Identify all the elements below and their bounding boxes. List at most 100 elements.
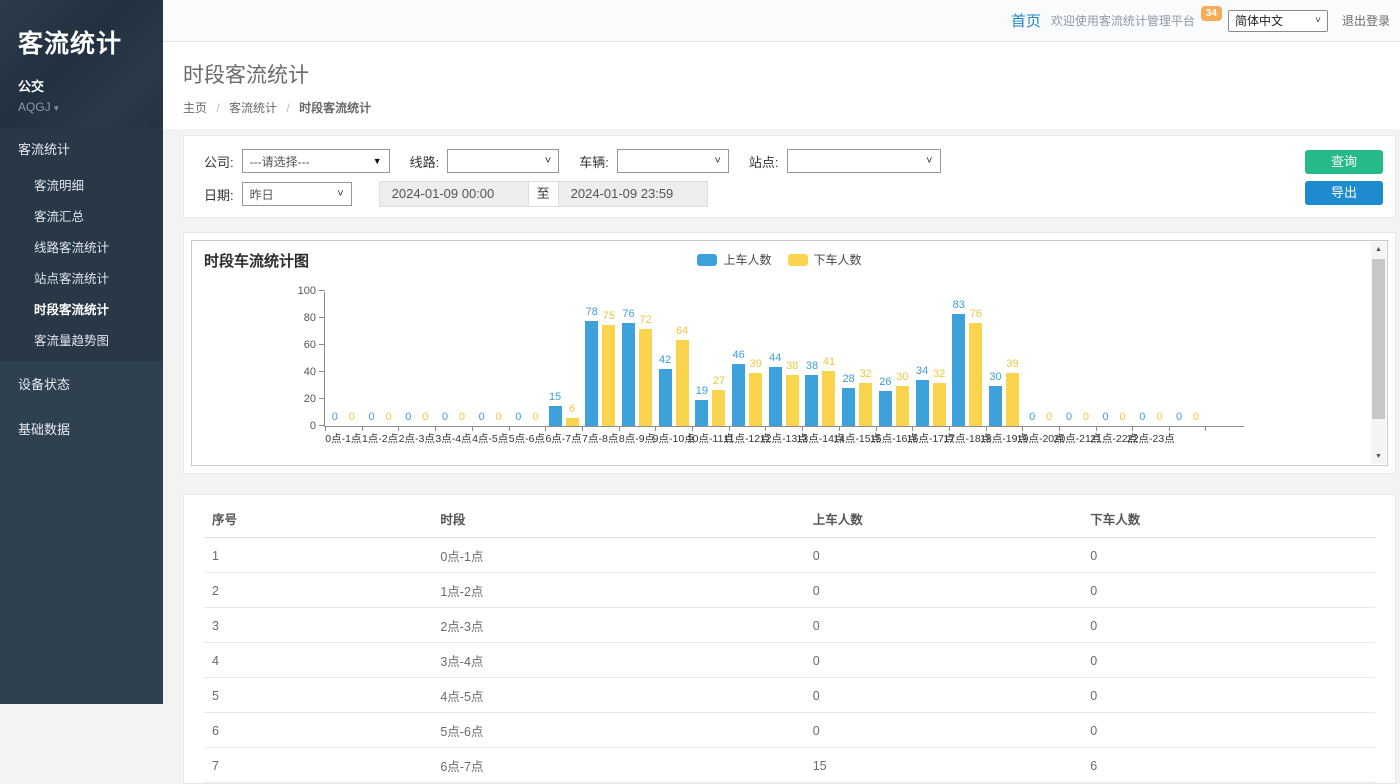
bar-group: 343216点-17点: [912, 292, 949, 426]
scroll-down-icon[interactable]: ▼: [1371, 449, 1386, 464]
table-row: 65点-6点00: [204, 713, 1375, 748]
bar[interactable]: [896, 386, 909, 427]
table-cell: 0: [805, 678, 1083, 713]
bar[interactable]: [933, 383, 946, 426]
table-cell: 0: [1082, 538, 1375, 573]
language-select[interactable]: 简体中文˅: [1228, 10, 1328, 32]
table-cell: 0: [1082, 678, 1375, 713]
data-table: 序号时段上车人数下车人数 10点-1点0021点-2点0032点-3点0043点…: [204, 499, 1375, 783]
table-cell: 2: [204, 573, 432, 608]
table-cell: 0: [805, 643, 1083, 678]
bar[interactable]: [712, 390, 725, 426]
company-select[interactable]: ---请选择---▼: [242, 149, 390, 173]
bar-value-label: 26: [879, 377, 891, 388]
bar[interactable]: [732, 364, 745, 426]
bar[interactable]: [952, 314, 965, 426]
bar[interactable]: [842, 388, 855, 426]
bar[interactable]: [916, 380, 929, 426]
bar[interactable]: [695, 400, 708, 426]
bar-value-label: 44: [769, 353, 781, 364]
table-cell: 0点-1点: [432, 538, 804, 573]
table-cell: 2点-3点: [432, 608, 804, 643]
bar-value-label: 39: [1006, 359, 1018, 370]
x-axis-label: 8点-9点: [619, 431, 655, 446]
bar[interactable]: [602, 325, 615, 426]
sidebar-subitem[interactable]: 客流量趋势图: [0, 324, 163, 355]
bar[interactable]: [749, 373, 762, 426]
bar[interactable]: [989, 386, 1002, 427]
legend-item-boarding[interactable]: 上车人数: [697, 251, 771, 268]
y-axis-tick: [319, 398, 325, 399]
bar[interactable]: [639, 329, 652, 426]
bar-value-label: 0: [349, 412, 355, 423]
bar-group: 303918点-19点: [986, 292, 1023, 426]
bar[interactable]: [822, 371, 835, 426]
notification-badge[interactable]: 34: [1201, 6, 1222, 21]
scrollbar-thumb[interactable]: [1372, 259, 1385, 419]
y-axis-tick: [319, 290, 325, 291]
date-end-input[interactable]: 2024-01-09 23:59: [558, 181, 708, 207]
sidebar-subitem[interactable]: 时段客流统计: [0, 293, 163, 324]
x-axis-label: 22点-23点: [1127, 431, 1175, 446]
bar[interactable]: [879, 391, 892, 426]
bar[interactable]: [859, 383, 872, 426]
bar[interactable]: [659, 369, 672, 426]
query-button[interactable]: 查询: [1305, 150, 1383, 174]
line-select[interactable]: ˅: [447, 149, 559, 173]
table-cell: 6点-7点: [432, 748, 804, 783]
vehicle-label: 车辆:: [579, 152, 609, 171]
chart-scrollbar[interactable]: ▲ ▼: [1371, 242, 1386, 464]
user-dropdown[interactable]: AQGJ ▾: [18, 100, 163, 114]
sidebar-item-device-status[interactable]: 设备状态: [0, 361, 163, 406]
page-title: 时段客流统计: [183, 59, 1400, 89]
legend-item-alighting[interactable]: 下车人数: [788, 251, 862, 268]
bar[interactable]: [969, 323, 982, 426]
table-header-cell: 序号: [204, 499, 432, 538]
sidebar-subitem[interactable]: 线路客流统计: [0, 231, 163, 262]
bar-value-label: 64: [676, 326, 688, 337]
bar[interactable]: [566, 418, 579, 426]
bar[interactable]: [676, 340, 689, 426]
table-cell: 0: [1082, 573, 1375, 608]
scroll-up-icon[interactable]: ▲: [1371, 242, 1386, 257]
sidebar-subitem[interactable]: 客流明细: [0, 169, 163, 200]
table-row: 32点-3点00: [204, 608, 1375, 643]
sidebar-item-passenger-stats[interactable]: 客流统计: [0, 128, 163, 169]
date-start-input[interactable]: 2024-01-09 00:00: [379, 181, 529, 207]
station-select[interactable]: ˅: [787, 149, 941, 173]
y-axis-label: 80: [304, 312, 316, 324]
bar-group: 004点-5点: [472, 292, 509, 426]
date-preset-select[interactable]: 昨日˅: [242, 182, 352, 206]
logout-link[interactable]: 退出登录: [1342, 12, 1390, 29]
bar-value-label: 46: [732, 350, 744, 361]
bar[interactable]: [549, 406, 562, 426]
bar[interactable]: [622, 323, 635, 426]
sidebar-item-base-data[interactable]: 基础数据: [0, 406, 163, 451]
caret-down-icon: ▾: [54, 103, 59, 113]
bar-group: 001点-2点: [362, 292, 399, 426]
table-header-row: 序号时段上车人数下车人数: [204, 499, 1375, 538]
table-header-cell: 下车人数: [1082, 499, 1375, 538]
bar-value-label: 0: [1176, 412, 1182, 423]
bar-group: 76728点-9点: [619, 292, 656, 426]
bar-value-label: 0: [442, 412, 448, 423]
breadcrumb-section[interactable]: 客流统计: [229, 101, 277, 115]
sidebar-subitem[interactable]: 客流汇总: [0, 200, 163, 231]
x-axis-label: 5点-6点: [509, 431, 545, 446]
export-button[interactable]: 导出: [1305, 181, 1383, 205]
bar[interactable]: [769, 367, 782, 426]
bar[interactable]: [585, 321, 598, 426]
chevron-down-icon: ˅: [545, 155, 551, 167]
table-panel: 序号时段上车人数下车人数 10点-1点0021点-2点0032点-3点0043点…: [183, 494, 1396, 784]
vehicle-select[interactable]: ˅: [617, 149, 729, 173]
bar[interactable]: [1006, 373, 1019, 426]
bar[interactable]: [786, 375, 799, 426]
breadcrumb-home[interactable]: 主页: [183, 101, 207, 115]
topbar: 首页 欢迎使用客流统计管理平台 34 简体中文˅ 退出登录: [163, 0, 1400, 42]
bar-value-label: 0: [1156, 412, 1162, 423]
welcome-text: 欢迎使用客流统计管理平台: [1051, 12, 1195, 29]
table-row: 54点-5点00: [204, 678, 1375, 713]
bar[interactable]: [805, 375, 818, 426]
home-link[interactable]: 首页: [1011, 10, 1041, 31]
sidebar-subitem[interactable]: 站点客流统计: [0, 262, 163, 293]
